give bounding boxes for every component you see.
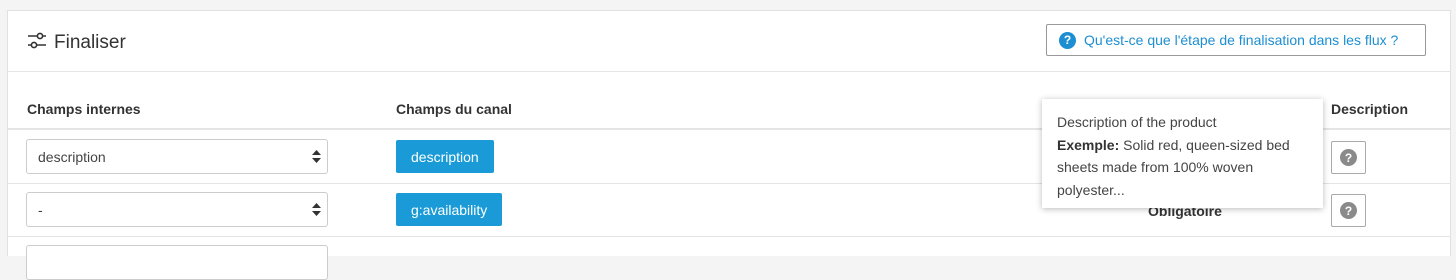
sliders-icon (28, 32, 46, 49)
channel-field-tag[interactable]: description (396, 140, 494, 173)
column-header-description: Description (1331, 101, 1409, 117)
tooltip-example: Exemple: Solid red, queen-sized bed shee… (1057, 134, 1308, 202)
page-title: Finaliser (54, 32, 126, 53)
finalize-panel: Finaliser ? Qu'est-ce que l'étape de fin… (7, 10, 1451, 280)
select-value: - (38, 201, 43, 218)
panel-header: Finaliser ? Qu'est-ce que l'étape de fin… (8, 11, 1450, 72)
question-circle-icon: ? (1059, 31, 1076, 49)
select-value: description (38, 148, 106, 165)
description-help-button[interactable]: ? (1331, 194, 1366, 227)
question-circle-icon: ? (1340, 149, 1357, 166)
internal-field-select[interactable] (26, 245, 328, 280)
tooltip-description: Description of the product (1057, 114, 1217, 130)
row-divider (8, 236, 1450, 237)
help-link-label: Qu'est-ce que l'étape de finalisation da… (1084, 32, 1399, 48)
sort-arrows-icon (312, 203, 321, 216)
description-help-button[interactable]: ? (1331, 141, 1366, 174)
sort-arrows-icon (312, 150, 321, 163)
finalize-help-button[interactable]: ? Qu'est-ce que l'étape de finalisation … (1046, 24, 1426, 56)
question-circle-icon: ? (1340, 202, 1357, 219)
internal-field-select[interactable]: - (26, 192, 328, 227)
channel-field-tag[interactable]: g:availability (396, 193, 503, 226)
internal-field-select[interactable]: description (26, 139, 328, 174)
column-header-internal: Champs internes (27, 101, 141, 117)
description-tooltip: Description of the product Exemple: Soli… (1042, 99, 1323, 208)
column-header-channel: Champs du canal (396, 101, 512, 117)
tooltip-example-label: Exemple: (1057, 136, 1120, 153)
